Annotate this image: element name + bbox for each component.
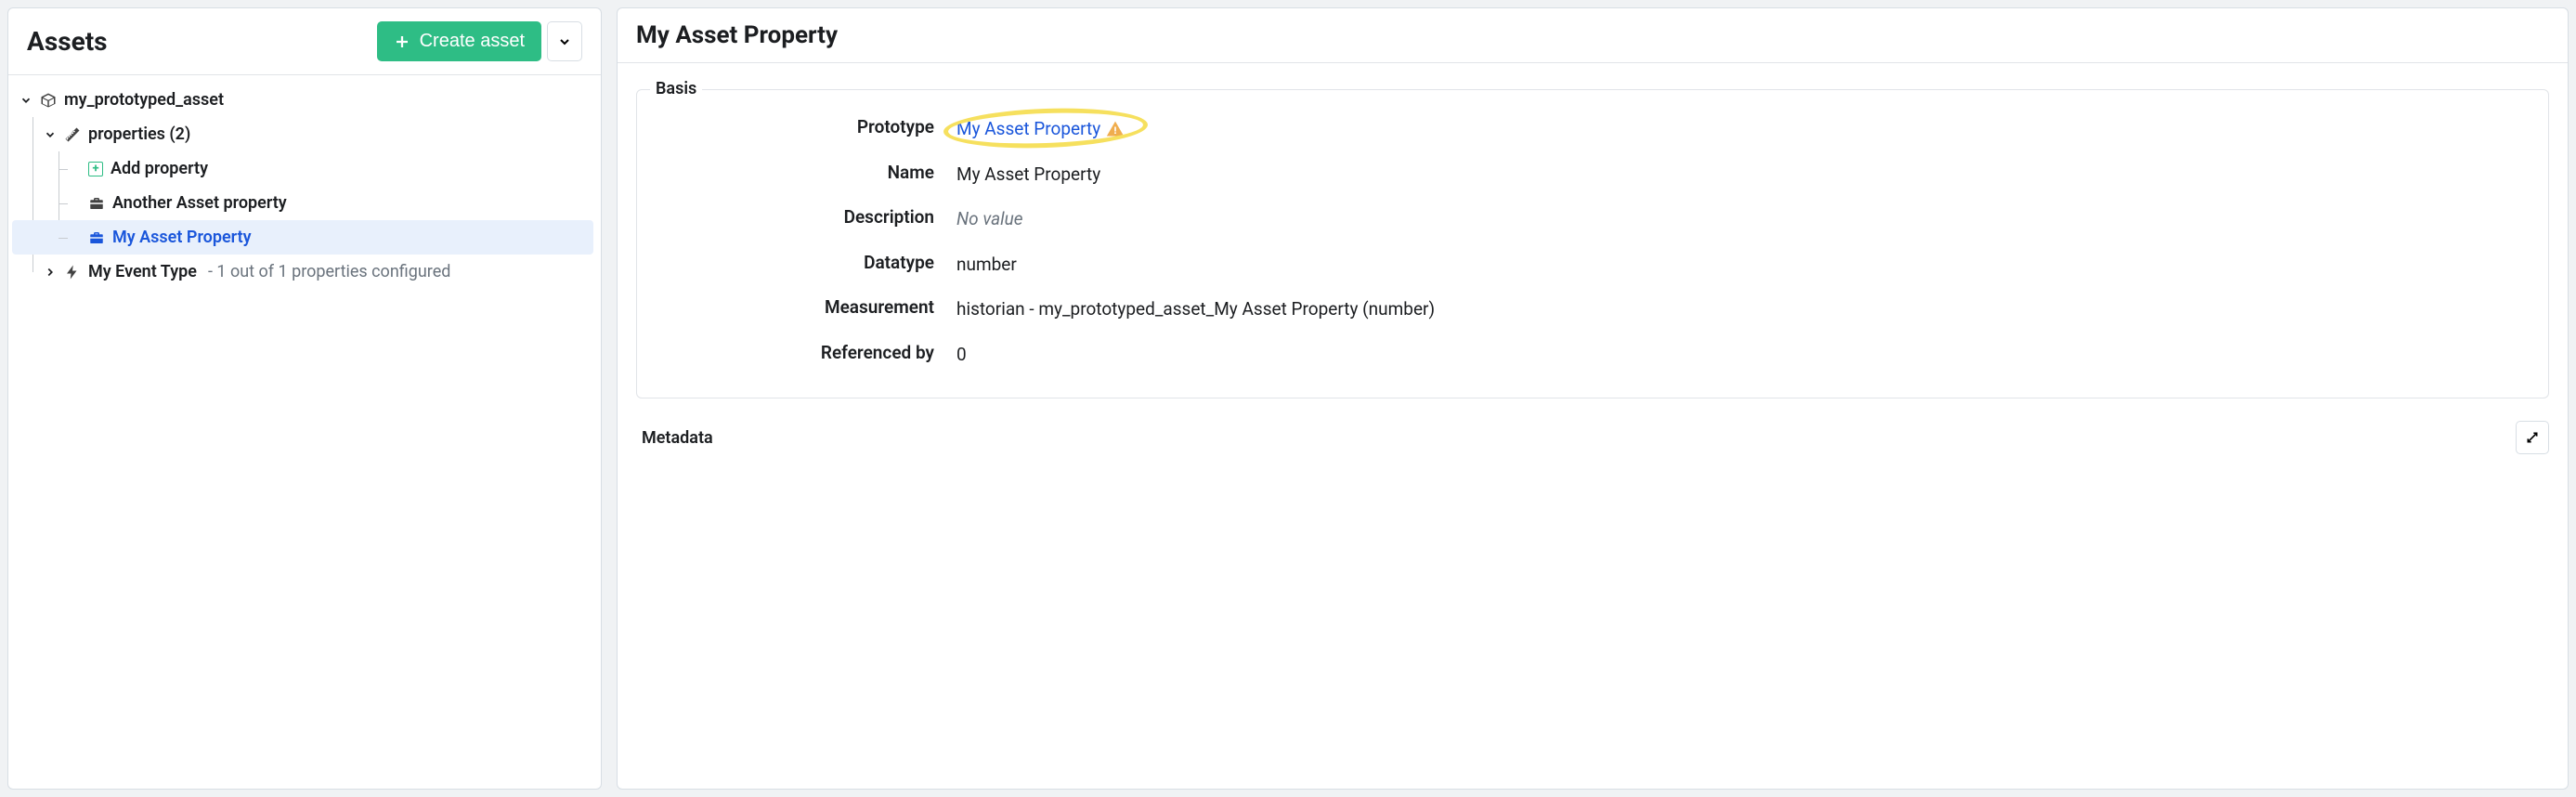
metadata-legend: Metadata xyxy=(636,428,719,448)
basis-legend: Basis xyxy=(650,79,702,98)
basis-fieldset: Basis Prototype My Asset Property Name M… xyxy=(636,89,2549,398)
asset-tree: my_prototyped_asset properties (2) + Add… xyxy=(8,75,601,296)
tree-root-asset[interactable]: my_prototyped_asset xyxy=(12,83,593,117)
prototype-link[interactable]: My Asset Property xyxy=(956,116,1125,143)
create-asset-button[interactable]: Create asset xyxy=(377,21,541,61)
referencedby-key: Referenced by xyxy=(656,342,934,369)
assets-panel: Assets Create asset my_prototyped_asset xyxy=(7,7,602,790)
tree-root-label: my_prototyped_asset xyxy=(64,90,224,110)
bolt-icon xyxy=(64,264,81,281)
cube-icon xyxy=(40,92,57,109)
details-title: My Asset Property xyxy=(636,21,838,49)
chevron-down-icon xyxy=(20,94,33,107)
name-key: Name xyxy=(656,162,934,189)
tree-add-property-label: Add property xyxy=(111,159,208,178)
measurement-value: historian - my_prototyped_asset_My Asset… xyxy=(956,296,2530,323)
tree-properties-label: properties (2) xyxy=(88,124,190,144)
briefcase-icon xyxy=(88,195,105,212)
briefcase-icon xyxy=(88,229,105,246)
plus-icon xyxy=(394,33,410,50)
tree-event-type-note: - 1 out of 1 properties configured xyxy=(208,262,450,281)
prototype-link-label: My Asset Property xyxy=(956,116,1100,143)
tree-add-property[interactable]: + Add property xyxy=(12,151,593,186)
details-header: My Asset Property xyxy=(618,8,2568,62)
tree-item-my-asset-property[interactable]: My Asset Property xyxy=(12,220,593,255)
ruler-icon xyxy=(64,126,81,143)
referencedby-value: 0 xyxy=(956,342,2530,369)
datatype-value: number xyxy=(956,252,2530,279)
warning-icon xyxy=(1106,120,1125,138)
tree-item-another-property[interactable]: Another Asset property xyxy=(12,186,593,220)
chevron-right-icon xyxy=(44,266,57,279)
description-value: No value xyxy=(956,206,2530,233)
tree-item-label: Another Asset property xyxy=(112,193,287,213)
tree-properties-group[interactable]: properties (2) xyxy=(12,117,593,151)
datatype-key: Datatype xyxy=(656,252,934,279)
add-icon: + xyxy=(88,162,103,176)
create-asset-dropdown[interactable] xyxy=(547,21,582,61)
assets-title: Assets xyxy=(27,26,108,57)
expand-button[interactable] xyxy=(2516,421,2549,454)
measurement-key: Measurement xyxy=(656,296,934,323)
name-value: My Asset Property xyxy=(956,162,2530,189)
chevron-down-icon xyxy=(557,34,572,49)
assets-header: Assets Create asset xyxy=(8,8,601,74)
description-key: Description xyxy=(656,206,934,233)
tree-event-type[interactable]: My Event Type - 1 out of 1 properties co… xyxy=(12,255,593,289)
expand-icon xyxy=(2525,430,2540,445)
create-asset-label: Create asset xyxy=(420,31,525,52)
chevron-down-icon xyxy=(44,128,57,141)
prototype-key: Prototype xyxy=(656,116,934,143)
tree-item-label: My Asset Property xyxy=(112,228,252,247)
details-panel: My Asset Property Basis Prototype My Ass… xyxy=(617,7,2569,790)
tree-event-type-label: My Event Type xyxy=(88,262,197,281)
